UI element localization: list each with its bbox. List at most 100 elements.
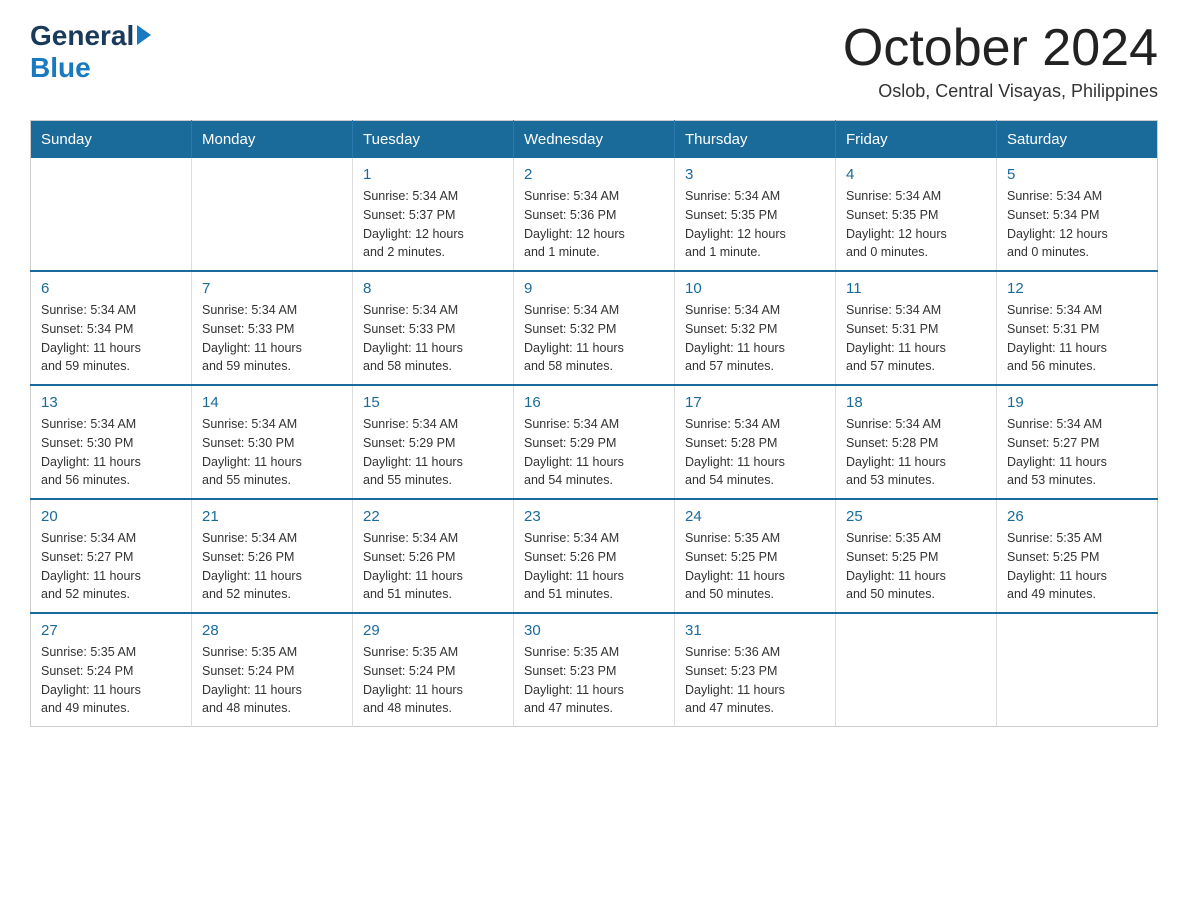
day-info: Sunrise: 5:34 AM Sunset: 5:27 PM Dayligh… [41,529,181,604]
calendar-cell: 25 Sunrise: 5:35 AM Sunset: 5:25 PM Dayli… [836,499,997,613]
day-info: Sunrise: 5:34 AM Sunset: 5:27 PM Dayligh… [1007,415,1147,490]
day-info: Sunrise: 5:34 AM Sunset: 5:30 PM Dayligh… [202,415,342,490]
calendar-header-row: Sunday Monday Tuesday Wednesday Thursday… [31,121,1158,159]
day-info: Sunrise: 5:35 AM Sunset: 5:24 PM Dayligh… [363,643,503,718]
day-number: 14 [202,394,342,411]
calendar-cell: 8 Sunrise: 5:34 AM Sunset: 5:33 PM Daylig… [353,271,514,385]
day-number: 22 [363,508,503,525]
day-info: Sunrise: 5:35 AM Sunset: 5:25 PM Dayligh… [685,529,825,604]
calendar-cell: 23 Sunrise: 5:34 AM Sunset: 5:26 PM Dayli… [514,499,675,613]
day-number: 23 [524,508,664,525]
day-number: 31 [685,622,825,639]
day-info: Sunrise: 5:34 AM Sunset: 5:32 PM Dayligh… [524,301,664,376]
logo-blue: Blue [30,52,91,84]
day-info: Sunrise: 5:35 AM Sunset: 5:24 PM Dayligh… [202,643,342,718]
col-sunday: Sunday [31,121,192,159]
day-number: 8 [363,280,503,297]
calendar-cell: 18 Sunrise: 5:34 AM Sunset: 5:28 PM Dayli… [836,385,997,499]
day-info: Sunrise: 5:34 AM Sunset: 5:31 PM Dayligh… [846,301,986,376]
day-number: 30 [524,622,664,639]
col-wednesday: Wednesday [514,121,675,159]
calendar-cell: 17Sunrise: 5:34 AM Sunset: 5:28 PM Dayli… [675,385,836,499]
calendar-cell: 19 Sunrise: 5:34 AM Sunset: 5:27 PM Dayli… [997,385,1158,499]
calendar-week-row: 1Sunrise: 5:34 AM Sunset: 5:37 PM Daylig… [31,158,1158,271]
calendar-cell: 14 Sunrise: 5:34 AM Sunset: 5:30 PM Dayli… [192,385,353,499]
calendar-cell: 30 Sunrise: 5:35 AM Sunset: 5:23 PM Dayli… [514,613,675,727]
day-info: Sunrise: 5:34 AM Sunset: 5:32 PM Dayligh… [685,301,825,376]
day-info: Sunrise: 5:34 AM Sunset: 5:35 PM Dayligh… [685,187,825,262]
logo-arrow-icon [137,25,151,45]
day-number: 25 [846,508,986,525]
calendar-week-row: 20 Sunrise: 5:34 AM Sunset: 5:27 PM Dayli… [31,499,1158,613]
day-number: 26 [1007,508,1147,525]
location-title: Oslob, Central Visayas, Philippines [843,81,1158,102]
day-number: 7 [202,280,342,297]
day-info: Sunrise: 5:34 AM Sunset: 5:33 PM Dayligh… [202,301,342,376]
day-info: Sunrise: 5:34 AM Sunset: 5:28 PM Dayligh… [846,415,986,490]
day-info: Sunrise: 5:34 AM Sunset: 5:31 PM Dayligh… [1007,301,1147,376]
day-info: Sunrise: 5:34 AM Sunset: 5:28 PM Dayligh… [685,415,825,490]
calendar-cell: 27 Sunrise: 5:35 AM Sunset: 5:24 PM Dayli… [31,613,192,727]
day-info: Sunrise: 5:34 AM Sunset: 5:30 PM Dayligh… [41,415,181,490]
day-number: 6 [41,280,181,297]
day-number: 5 [1007,166,1147,183]
calendar-cell: 28 Sunrise: 5:35 AM Sunset: 5:24 PM Dayli… [192,613,353,727]
day-info: Sunrise: 5:35 AM Sunset: 5:25 PM Dayligh… [846,529,986,604]
day-info: Sunrise: 5:34 AM Sunset: 5:29 PM Dayligh… [524,415,664,490]
calendar-cell: 6Sunrise: 5:34 AM Sunset: 5:34 PM Daylig… [31,271,192,385]
day-number: 19 [1007,394,1147,411]
day-info: Sunrise: 5:35 AM Sunset: 5:23 PM Dayligh… [524,643,664,718]
day-info: Sunrise: 5:34 AM Sunset: 5:26 PM Dayligh… [363,529,503,604]
day-number: 24 [685,508,825,525]
calendar-cell: 3Sunrise: 5:34 AM Sunset: 5:35 PM Daylig… [675,158,836,271]
page-header: General Blue October 2024 Oslob, Central… [30,20,1158,102]
calendar-cell [997,613,1158,727]
day-number: 21 [202,508,342,525]
day-info: Sunrise: 5:36 AM Sunset: 5:23 PM Dayligh… [685,643,825,718]
day-number: 12 [1007,280,1147,297]
day-number: 4 [846,166,986,183]
calendar-cell: 7 Sunrise: 5:34 AM Sunset: 5:33 PM Daylig… [192,271,353,385]
day-number: 2 [524,166,664,183]
day-number: 28 [202,622,342,639]
day-number: 20 [41,508,181,525]
col-thursday: Thursday [675,121,836,159]
calendar-cell: 20 Sunrise: 5:34 AM Sunset: 5:27 PM Dayli… [31,499,192,613]
day-info: Sunrise: 5:34 AM Sunset: 5:34 PM Dayligh… [1007,187,1147,262]
title-section: October 2024 Oslob, Central Visayas, Phi… [843,20,1158,102]
day-info: Sunrise: 5:34 AM Sunset: 5:26 PM Dayligh… [524,529,664,604]
day-number: 16 [524,394,664,411]
calendar-cell: 4Sunrise: 5:34 AM Sunset: 5:35 PM Daylig… [836,158,997,271]
day-number: 10 [685,280,825,297]
day-info: Sunrise: 5:35 AM Sunset: 5:25 PM Dayligh… [1007,529,1147,604]
calendar-cell: 13 Sunrise: 5:34 AM Sunset: 5:30 PM Dayli… [31,385,192,499]
calendar-week-row: 27 Sunrise: 5:35 AM Sunset: 5:24 PM Dayli… [31,613,1158,727]
day-number: 27 [41,622,181,639]
logo: General Blue [30,20,151,84]
day-number: 13 [41,394,181,411]
calendar-cell: 31 Sunrise: 5:36 AM Sunset: 5:23 PM Dayli… [675,613,836,727]
calendar-week-row: 13 Sunrise: 5:34 AM Sunset: 5:30 PM Dayli… [31,385,1158,499]
calendar-cell: 15Sunrise: 5:34 AM Sunset: 5:29 PM Dayli… [353,385,514,499]
calendar-cell: 29 Sunrise: 5:35 AM Sunset: 5:24 PM Dayli… [353,613,514,727]
calendar-cell: 2 Sunrise: 5:34 AM Sunset: 5:36 PM Daylig… [514,158,675,271]
month-title: October 2024 [843,20,1158,77]
calendar-cell: 21Sunrise: 5:34 AM Sunset: 5:26 PM Dayli… [192,499,353,613]
day-number: 29 [363,622,503,639]
calendar-table: Sunday Monday Tuesday Wednesday Thursday… [30,120,1158,727]
logo-general: General [30,20,134,52]
calendar-cell: 24 Sunrise: 5:35 AM Sunset: 5:25 PM Dayli… [675,499,836,613]
calendar-cell: 22 Sunrise: 5:34 AM Sunset: 5:26 PM Dayli… [353,499,514,613]
col-saturday: Saturday [997,121,1158,159]
day-info: Sunrise: 5:34 AM Sunset: 5:37 PM Dayligh… [363,187,503,262]
day-info: Sunrise: 5:35 AM Sunset: 5:24 PM Dayligh… [41,643,181,718]
calendar-week-row: 6Sunrise: 5:34 AM Sunset: 5:34 PM Daylig… [31,271,1158,385]
col-monday: Monday [192,121,353,159]
calendar-cell: 16 Sunrise: 5:34 AM Sunset: 5:29 PM Dayli… [514,385,675,499]
calendar-cell: 11Sunrise: 5:34 AM Sunset: 5:31 PM Dayli… [836,271,997,385]
calendar-cell: 5 Sunrise: 5:34 AM Sunset: 5:34 PM Daylig… [997,158,1158,271]
calendar-cell [192,158,353,271]
day-info: Sunrise: 5:34 AM Sunset: 5:36 PM Dayligh… [524,187,664,262]
day-number: 18 [846,394,986,411]
day-info: Sunrise: 5:34 AM Sunset: 5:33 PM Dayligh… [363,301,503,376]
